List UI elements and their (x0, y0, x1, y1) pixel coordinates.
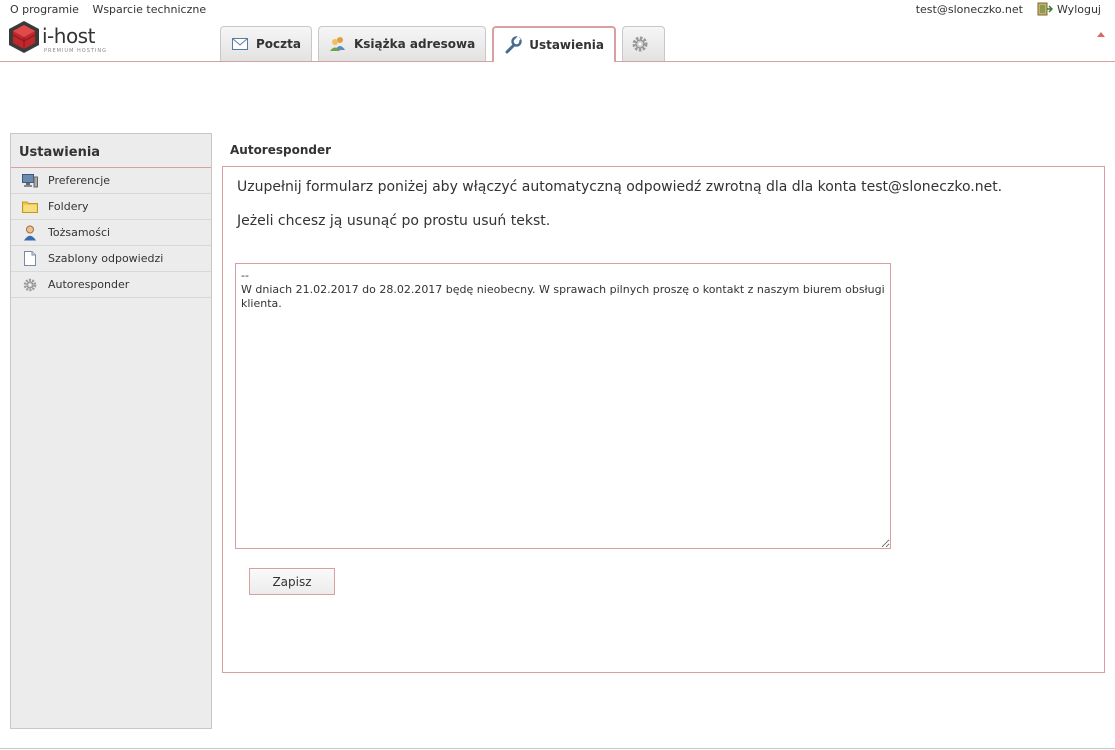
gear-icon (21, 277, 39, 293)
sidebar-item-label: Tożsamości (48, 226, 111, 239)
header: i-host PREMIUM HOSTING Poczta Książka ad… (0, 18, 1115, 62)
sidebar-item-label: Preferencje (48, 174, 111, 187)
document-icon (21, 251, 39, 267)
about-link[interactable]: O programie (10, 3, 79, 16)
logout-link[interactable]: Wyloguj (1057, 3, 1101, 16)
sidebar-item-label: Autoresponder (48, 278, 130, 291)
logo-cube-icon (9, 21, 39, 53)
intro-text: Uzupełnij formularz poniżej aby włączyć … (237, 179, 1003, 195)
user-email: test@sloneczko.net (915, 2, 1023, 16)
sidebar-item-folders[interactable]: Foldery (11, 194, 211, 220)
tab-address-book[interactable]: Książka adresowa (317, 26, 487, 61)
sidebar-item-label: Szablony odpowiedzi (48, 252, 164, 265)
contacts-icon (329, 36, 347, 52)
sidebar-item-templates[interactable]: Szablony odpowiedzi (11, 246, 211, 272)
hint-text: Jeżeli chcesz ją usunąć po prostu usuń t… (237, 213, 551, 229)
monitor-icon (21, 173, 39, 189)
logo: i-host PREMIUM HOSTING (8, 20, 108, 56)
folder-icon (21, 199, 39, 215)
tab-settings[interactable]: Ustawienia (492, 26, 617, 62)
sidebar-item-label: Foldery (48, 200, 89, 213)
top-links-bar: O programie Wsparcie techniczne test@slo… (0, 0, 1115, 18)
sidebar-item-autoresponder[interactable]: Autoresponder (11, 272, 211, 298)
sidebar-item-identities[interactable]: Tożsamości (11, 220, 211, 246)
tab-extra-settings[interactable] (622, 26, 666, 61)
tab-label: Książka adresowa (353, 37, 476, 51)
tab-label: Poczta (256, 37, 301, 51)
person-icon (21, 225, 39, 241)
gear-icon (631, 36, 649, 52)
logo-tagline: PREMIUM HOSTING (44, 48, 108, 54)
main-tabs: Poczta Książka adresowa Ustawienia (220, 26, 671, 62)
sidebar-item-preferences[interactable]: Preferencje (11, 168, 211, 194)
wrench-icon (504, 36, 522, 54)
sidebar-title: Ustawienia (11, 134, 211, 168)
logo-brand: i-host (42, 24, 95, 48)
settings-sidebar: Ustawienia Preferencje Foldery Tożsamośc… (10, 133, 212, 729)
logout-icon[interactable] (1037, 2, 1054, 16)
bottom-divider (0, 748, 1115, 749)
collapse-arrow-icon[interactable] (1097, 32, 1105, 37)
autoresponder-message-input[interactable]: -- W dniach 21.02.2017 do 28.02.2017 będ… (235, 263, 891, 549)
tab-mail[interactable]: Poczta (220, 26, 312, 61)
tab-label: Ustawienia (529, 38, 605, 52)
save-button[interactable]: Zapisz (249, 568, 335, 595)
envelope-icon (231, 36, 249, 52)
page-title: Autoresponder (230, 143, 332, 157)
autoresponder-panel: Uzupełnij formularz poniżej aby włączyć … (222, 166, 1105, 673)
support-link[interactable]: Wsparcie techniczne (92, 3, 206, 16)
